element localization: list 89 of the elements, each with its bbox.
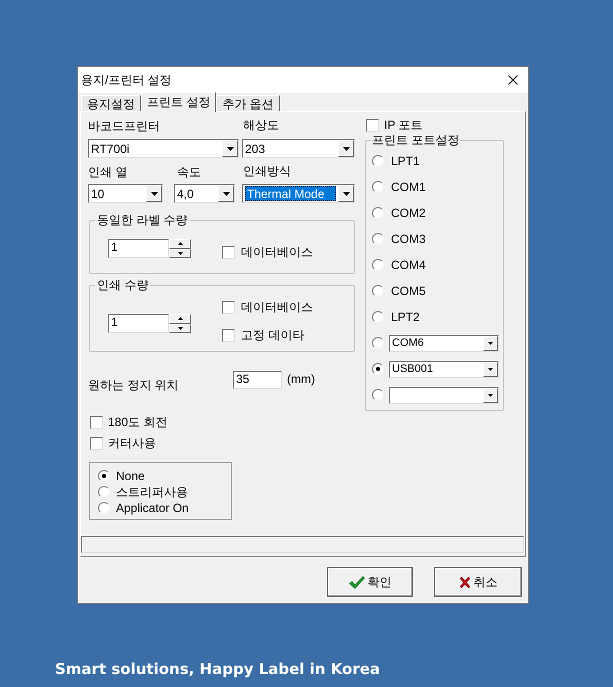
dropdown-button[interactable] <box>218 185 234 202</box>
dropdown[interactable]: RT700i <box>88 139 239 158</box>
window-title: 용지/프린터 설정 <box>81 72 172 88</box>
tab[interactable]: 추가 옵션 <box>216 95 280 111</box>
field-label: 원하는 정지 위치 <box>88 378 179 392</box>
radio-button[interactable] <box>372 285 384 297</box>
caret-icon <box>222 192 230 196</box>
field-label: 속도 <box>177 164 201 178</box>
ok-button[interactable]: 확인 <box>327 567 413 597</box>
radio-button[interactable] <box>372 311 384 323</box>
checkbox[interactable] <box>222 246 235 259</box>
spin-up-button[interactable] <box>169 239 191 248</box>
dropdown[interactable]: 4,0 <box>174 184 235 203</box>
dropdown[interactable]: COM6 <box>389 334 499 352</box>
dropdown[interactable] <box>389 386 499 404</box>
dropdown-button[interactable] <box>146 185 162 202</box>
checkbox[interactable] <box>222 301 235 314</box>
spin-up-button[interactable] <box>169 314 191 324</box>
caret-icon <box>488 342 493 344</box>
radio-label: COM2 <box>391 206 426 220</box>
field-label: 인쇄 열 <box>88 164 128 178</box>
checkbox-label: IP 포트 <box>384 118 422 133</box>
check-icon <box>348 576 364 588</box>
dropdown[interactable]: 203 <box>242 139 355 158</box>
radio-button[interactable] <box>372 259 384 271</box>
dropdown-button[interactable] <box>338 185 354 202</box>
checkbox-label: 데이터베이스 <box>241 245 313 260</box>
radio-button[interactable] <box>372 155 384 167</box>
slogan-text: Smart solutions, Happy Label in Korea <box>55 660 380 678</box>
unit-label: (mm) <box>287 372 315 387</box>
radio-label: COM3 <box>391 232 426 246</box>
radio-button[interactable] <box>372 363 384 375</box>
radio-label: COM4 <box>391 258 426 272</box>
caret-icon <box>488 394 493 396</box>
radio-button[interactable] <box>372 233 384 245</box>
caret-icon <box>488 368 493 370</box>
checkbox[interactable] <box>90 437 103 450</box>
close-icon[interactable] <box>508 75 518 85</box>
checkbox-label: 180도 회전 <box>108 415 168 430</box>
group-title: 동일한 라벨 수량 <box>96 213 189 228</box>
group-title: 프린트 포트설정 <box>371 133 460 148</box>
selection-highlight: Thermal Mode <box>245 186 336 201</box>
radio-label: COM1 <box>391 180 426 194</box>
radio-button[interactable] <box>98 486 110 498</box>
dropdown-button[interactable] <box>483 336 498 350</box>
caret-icon <box>226 146 234 150</box>
caret-icon <box>150 192 158 196</box>
radio-label: Applicator On <box>116 500 189 516</box>
dropdown-button[interactable] <box>483 362 498 376</box>
caret-icon <box>342 146 350 150</box>
radio-label: LPT2 <box>391 310 420 324</box>
dropdown-button[interactable] <box>483 388 498 402</box>
x-icon <box>458 576 470 588</box>
field-label: 바코드프린터 <box>88 118 160 132</box>
radio-label: None <box>116 468 145 484</box>
radio-label: COM5 <box>391 284 426 298</box>
radio-button[interactable] <box>98 470 110 482</box>
radio-button[interactable] <box>372 181 384 193</box>
radio-button[interactable] <box>372 207 384 219</box>
up-caret-icon <box>178 242 182 246</box>
down-caret-icon <box>178 252 182 255</box>
field-label: 해상도 <box>243 118 279 133</box>
dropdown[interactable]: USB001 <box>389 360 499 378</box>
number-field[interactable]: 1 <box>108 239 169 258</box>
tab[interactable]: 용지설정 <box>81 95 141 111</box>
tab[interactable]: 프린트 설정 <box>141 92 216 112</box>
radio-button[interactable] <box>98 502 110 514</box>
cancel-button[interactable]: 취소 <box>434 567 522 597</box>
input-field[interactable]: 35 <box>233 371 282 389</box>
dropdown[interactable]: Thermal Mode <box>242 184 355 203</box>
field-label: 인쇄방식 <box>243 164 291 179</box>
checkbox-label: 고정 데이타 <box>241 328 304 343</box>
dropdown[interactable]: 10 <box>88 184 163 203</box>
dropdown-button[interactable] <box>338 140 354 157</box>
checkbox[interactable] <box>222 329 235 342</box>
group-title: 인쇄 수량 <box>96 278 150 293</box>
checkbox[interactable] <box>90 416 103 429</box>
radio-label: LPT1 <box>391 154 420 168</box>
dropdown-button[interactable] <box>222 140 238 157</box>
radio-button[interactable] <box>372 389 384 401</box>
checkbox-label: 데이터베이스 <box>241 300 313 315</box>
down-caret-icon <box>178 326 182 330</box>
number-field[interactable]: 1 <box>108 314 169 333</box>
checkbox[interactable] <box>366 119 379 132</box>
checkbox-label: 커터사용 <box>108 436 156 451</box>
caret-icon <box>342 192 350 196</box>
up-caret-icon <box>178 317 182 320</box>
radio-button[interactable] <box>372 337 384 349</box>
radio-label: 스트리퍼사용 <box>116 484 188 500</box>
